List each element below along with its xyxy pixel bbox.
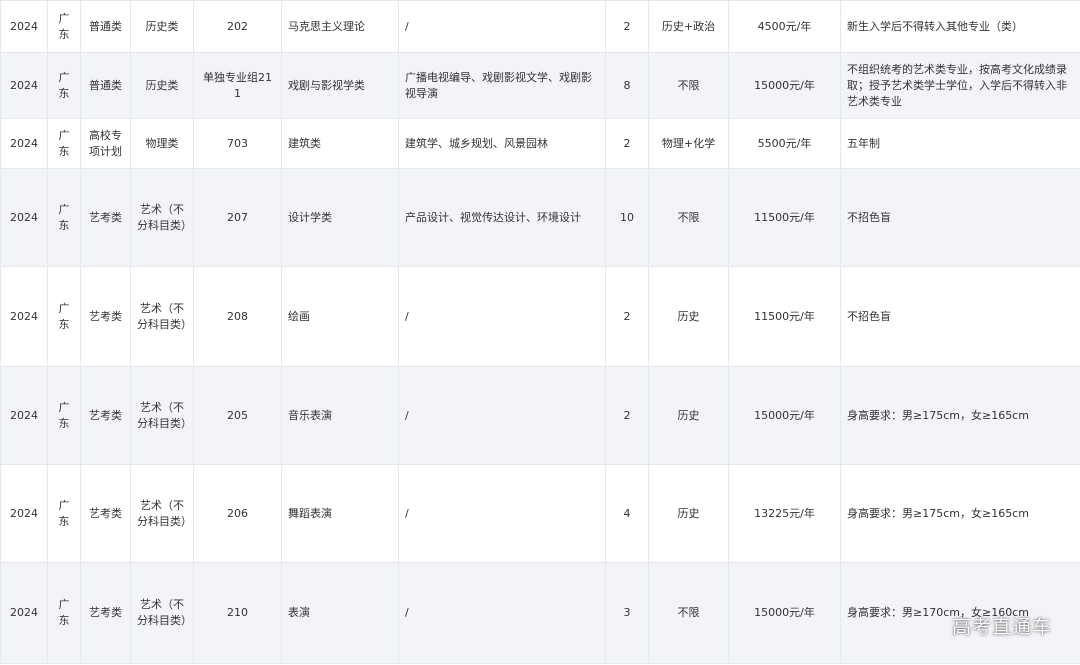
subject-requirement-cell: 物理+化学 <box>648 118 729 169</box>
tuition-cell: 5500元/年 <box>728 118 841 169</box>
year-cell: 2024 <box>0 168 48 267</box>
table-row: 2024 广东 艺考类 艺术（不分科目类） 205 音乐表演/2 历史 15000元/年 身高要… <box>0 366 1080 465</box>
directions-cell: / <box>398 366 606 465</box>
subject-requirement-cell: 历史+政治 <box>648 0 729 53</box>
directions-cell: / <box>398 464 606 563</box>
major-cell: 戏剧与影视学类 <box>281 52 399 119</box>
major-cell: 马克思主义理论 <box>281 0 399 53</box>
plan-count-cell: 2 <box>605 118 649 169</box>
table-body: 2024 广东 普通类 历史类 202 马克思主义理论/2 历史+政治 4500元/年 新生入学… <box>0 0 1080 664</box>
plan-count-cell: 3 <box>605 562 649 664</box>
major-cell: 绘画 <box>281 266 399 367</box>
category-cell: 艺考类 <box>80 464 131 563</box>
remarks-cell: 身高要求：男≥175cm，女≥165cm <box>840 366 1080 465</box>
admissions-table: 2024 广东 普通类 历史类 202 马克思主义理论/2 历史+政治 4500元/年 新生入学… <box>0 0 1080 664</box>
group-cell: 205 <box>193 366 282 465</box>
category-cell: 艺考类 <box>80 168 131 267</box>
year-cell: 2024 <box>0 464 48 563</box>
category-cell: 普通类 <box>80 52 131 119</box>
subject-cell: 艺术（不分科目类） <box>130 168 194 267</box>
major-cell: 设计学类 <box>281 168 399 267</box>
group-cell: 703 <box>193 118 282 169</box>
subject-requirement-cell: 不限 <box>648 52 729 119</box>
major-cell: 舞蹈表演 <box>281 464 399 563</box>
directions-cell: 广播电视编导、戏剧影视文学、戏剧影视导演 <box>398 52 606 119</box>
year-cell: 2024 <box>0 118 48 169</box>
subject-requirement-cell: 历史 <box>648 266 729 367</box>
remarks-cell: 新生入学后不得转入其他专业（类） <box>840 0 1080 53</box>
subject-requirement-cell: 历史 <box>648 464 729 563</box>
group-cell: 202 <box>193 0 282 53</box>
group-cell: 206 <box>193 464 282 563</box>
remarks-cell: 不招色盲 <box>840 266 1080 367</box>
tuition-cell: 15000元/年 <box>728 52 841 119</box>
province-cell: 广东 <box>47 118 81 169</box>
year-cell: 2024 <box>0 366 48 465</box>
tuition-cell: 4500元/年 <box>728 0 841 53</box>
table-row: 2024 广东 艺考类 艺术（不分科目类） 207 设计学类 产品设计、视觉传达设计、环境设… <box>0 168 1080 267</box>
subject-cell: 物理类 <box>130 118 194 169</box>
plan-count-cell: 2 <box>605 266 649 367</box>
plan-count-cell: 4 <box>605 464 649 563</box>
year-cell: 2024 <box>0 0 48 53</box>
tuition-cell: 11500元/年 <box>728 266 841 367</box>
category-cell: 普通类 <box>80 0 131 53</box>
directions-cell: / <box>398 266 606 367</box>
subject-cell: 历史类 <box>130 0 194 53</box>
remarks-cell: 不招色盲 <box>840 168 1080 267</box>
plan-count-cell: 10 <box>605 168 649 267</box>
subject-cell: 艺术（不分科目类） <box>130 366 194 465</box>
plan-count-cell: 2 <box>605 0 649 53</box>
year-cell: 2024 <box>0 266 48 367</box>
remarks-cell: 五年制 <box>840 118 1080 169</box>
subject-requirement-cell: 历史 <box>648 366 729 465</box>
remarks-cell: 不组织统考的艺术类专业，按高考文化成绩录取；授予艺术类学士学位，入学后不得转入非… <box>840 52 1080 119</box>
category-cell: 艺考类 <box>80 266 131 367</box>
tuition-cell: 11500元/年 <box>728 168 841 267</box>
province-cell: 广东 <box>47 168 81 267</box>
category-cell: 艺考类 <box>80 366 131 465</box>
table-row: 2024 广东 普通类 历史类 202 马克思主义理论/2 历史+政治 4500元/年 新生入学… <box>0 0 1080 53</box>
year-cell: 2024 <box>0 562 48 664</box>
category-cell: 艺考类 <box>80 562 131 664</box>
major-cell: 表演 <box>281 562 399 664</box>
directions-cell: 建筑学、城乡规划、风景园林 <box>398 118 606 169</box>
table-row: 2024 广东 高校专项计划 物理类 703 建筑类 建筑学、城乡规划、风景园林 2 物理+化学… <box>0 118 1080 169</box>
year-cell: 2024 <box>0 52 48 119</box>
group-cell: 210 <box>193 562 282 664</box>
tuition-cell: 15000元/年 <box>728 562 841 664</box>
table-row: 2024 广东 普通类 历史类 单独专业组211 戏剧与影视学类 广播电视编导、戏剧影视文学… <box>0 52 1080 119</box>
subject-cell: 历史类 <box>130 52 194 119</box>
province-cell: 广东 <box>47 266 81 367</box>
province-cell: 广东 <box>47 52 81 119</box>
group-cell: 单独专业组211 <box>193 52 282 119</box>
directions-cell: 产品设计、视觉传达设计、环境设计 <box>398 168 606 267</box>
table-row: 2024 广东 艺考类 艺术（不分科目类） 208 绘画/2 历史 11500元/年 不招色盲 <box>0 266 1080 367</box>
province-cell: 广东 <box>47 0 81 53</box>
province-cell: 广东 <box>47 366 81 465</box>
category-cell: 高校专项计划 <box>80 118 131 169</box>
subject-cell: 艺术（不分科目类） <box>130 266 194 367</box>
province-cell: 广东 <box>47 562 81 664</box>
province-cell: 广东 <box>47 464 81 563</box>
subject-requirement-cell: 不限 <box>648 168 729 267</box>
group-cell: 207 <box>193 168 282 267</box>
group-cell: 208 <box>193 266 282 367</box>
major-cell: 音乐表演 <box>281 366 399 465</box>
directions-cell: / <box>398 0 606 53</box>
tuition-cell: 15000元/年 <box>728 366 841 465</box>
major-cell: 建筑类 <box>281 118 399 169</box>
subject-cell: 艺术（不分科目类） <box>130 464 194 563</box>
plan-count-cell: 8 <box>605 52 649 119</box>
subject-requirement-cell: 不限 <box>648 562 729 664</box>
remarks-cell: 身高要求：男≥175cm，女≥165cm <box>840 464 1080 563</box>
watermark: 高考直通车 <box>951 616 1052 638</box>
plan-count-cell: 2 <box>605 366 649 465</box>
table-row: 2024 广东 艺考类 艺术（不分科目类） 206 舞蹈表演/4 历史 13225元/年 身高要… <box>0 464 1080 563</box>
subject-cell: 艺术（不分科目类） <box>130 562 194 664</box>
table-row: 2024 广东 艺考类 艺术（不分科目类） 210 表演/3 不限 15000元/年 身高要求：… <box>0 562 1080 664</box>
directions-cell: / <box>398 562 606 664</box>
tuition-cell: 13225元/年 <box>728 464 841 563</box>
